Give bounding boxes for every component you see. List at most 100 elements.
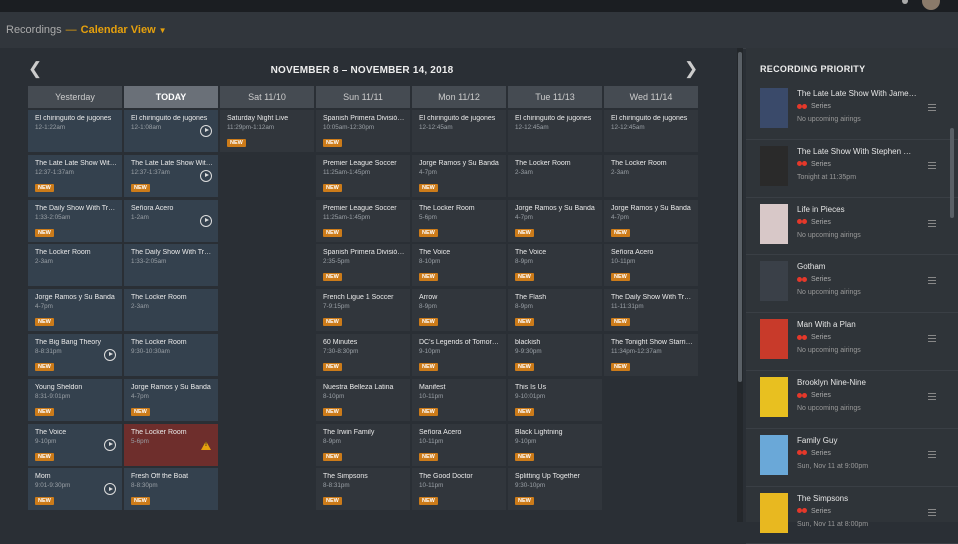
recording-cell[interactable]: Splitting Up Together 9:30-10pm NEW [508, 468, 602, 511]
drag-handle-icon[interactable] [928, 104, 936, 113]
recording-cell[interactable]: Fresh Off the Boat 8-8:30pm NEW [124, 468, 218, 511]
recording-cell[interactable]: Manifest 10-11pm NEW [412, 378, 506, 421]
recording-cell[interactable]: El chiringuito de jugones 12-12:45am [412, 110, 506, 152]
recording-cell[interactable]: The Late Late Show With James Corden12:3… [28, 154, 122, 197]
recording-cell[interactable]: Spanish Primera División Soccer2:35-5pm N… [316, 244, 410, 287]
priority-item[interactable]: Family Guy Series Sun, Nov 11 at 9:00pm [746, 429, 958, 487]
recording-cell[interactable]: The Big Bang Theory 8-8:31pm NEW [28, 333, 122, 376]
recording-cell[interactable]: Premier League Soccer 11:25am-1:45pm NEW [316, 199, 410, 242]
recording-time: 1-2am [131, 213, 149, 221]
drag-handle-icon[interactable] [928, 335, 936, 344]
recording-cell[interactable]: Premier League Soccer 11:25am-1:45pm NEW [316, 154, 410, 197]
recording-cell[interactable]: Señora Acero 10-11pm NEW [604, 244, 698, 287]
drag-handle-icon[interactable] [928, 508, 936, 518]
recording-cell[interactable]: The Locker Room 2-3am [28, 244, 122, 287]
drag-handle-icon[interactable] [928, 392, 936, 402]
priority-item[interactable]: The Late Late Show With James Corden Seri… [746, 82, 958, 140]
show-poster [760, 492, 788, 533]
recording-cell[interactable]: The Locker Room 2-3am [508, 154, 602, 197]
recording-cell[interactable]: The Tonight Show Starring Jimmy Fallon11… [604, 333, 698, 376]
recording-cell[interactable]: The Daily Show With Trevor Noah1:33-2:05… [124, 244, 218, 287]
priority-item[interactable]: Man With a Plan Series No upcoming airings [746, 313, 958, 371]
play-circle-icon[interactable] [104, 483, 116, 496]
recording-cell[interactable]: The Locker Room 2-3am [604, 154, 698, 197]
play-circle-icon[interactable] [200, 169, 212, 182]
priority-item[interactable]: The Late Show With Stephen Colbert Series… [746, 140, 958, 198]
priority-item[interactable]: Gotham Series No upcoming airings [746, 255, 958, 314]
recording-cell[interactable]: The Locker Room 5-6pm [124, 423, 218, 466]
new-badge: NEW [419, 183, 438, 192]
recording-cell[interactable]: Nuestra Belleza Latina 8-10pm NEW [316, 378, 410, 421]
recording-cell[interactable]: Jorge Ramos y Su Banda 4-7pm NEW [124, 378, 218, 421]
recording-cell[interactable]: The Irwin Family 8-9pm NEW [316, 423, 410, 466]
recording-title: The Locker Room [131, 428, 187, 436]
recording-title: Jorge Ramos y Su Banda [419, 159, 499, 167]
calendar-scrollbar[interactable] [737, 48, 743, 522]
recording-time: 12-1:08am [131, 124, 162, 131]
recording-cell[interactable]: The Flash 8-9pm NEW [508, 289, 602, 332]
recording-time: 9-10pm [419, 347, 441, 355]
show-name: The Simpsons [797, 493, 849, 503]
recording-cell[interactable]: Young Sheldon 8:31-9:01pm NEW [28, 378, 122, 421]
recording-cell[interactable]: The Locker Room 9:30-10:30am [124, 333, 218, 376]
breadcrumb-root[interactable]: Recordings [6, 24, 62, 36]
recording-cell[interactable]: El chiringuito de jugones 12-12:45am [508, 110, 602, 152]
priority-item[interactable]: Brooklyn Nine-Nine Series No upcoming airi… [746, 371, 958, 429]
priority-scrollbar[interactable] [950, 128, 954, 218]
play-circle-icon[interactable] [200, 214, 212, 227]
priority-item[interactable]: Life in Pieces Series No upcoming airings [746, 198, 958, 256]
avatar[interactable] [922, 0, 940, 10]
recording-cell[interactable]: French Ligue 1 Soccer 7-9:15pm NEW [316, 289, 410, 332]
play-circle-icon[interactable] [200, 125, 212, 137]
view-selector[interactable]: Calendar View [81, 24, 156, 36]
drag-handle-icon[interactable] [928, 161, 936, 171]
scrollbar-thumb[interactable] [738, 52, 742, 382]
recording-cell[interactable]: 60 Minutes 7:30-8:30pm NEW [316, 333, 410, 376]
new-badge: NEW [419, 273, 438, 282]
recording-cell[interactable]: The Voice 8-9pm NEW [508, 244, 602, 287]
recording-cell[interactable]: Arrow 8-9pm NEW [412, 289, 506, 332]
recording-cell[interactable]: Jorge Ramos y Su Banda 4-7pm NEW [412, 154, 506, 197]
recording-cell[interactable]: Mom 9:01-9:30pm NEW [28, 468, 122, 511]
recording-time: 10-11pm [419, 392, 444, 400]
recording-cell[interactable]: Saturday Night Live 11:29pm-1:12am NEW [220, 110, 314, 152]
priority-item[interactable]: The Simpsons Series Sun, Nov 11 at 8:00pm [746, 487, 958, 544]
drag-handle-icon[interactable] [928, 219, 936, 229]
recording-time: 4-7pm [515, 213, 533, 221]
recording-cell[interactable]: El chiringuito de jugones 12-12:45am [604, 110, 698, 152]
recording-time: 5-6pm [419, 213, 437, 221]
recording-cell[interactable]: Jorge Ramos y Su Banda 4-7pm NEW [508, 199, 602, 242]
recording-cell[interactable]: El chiringuito de jugones 12-1:08am [124, 110, 218, 152]
recording-title: The Voice [515, 249, 547, 257]
recording-time: 11:25am-1:45pm [323, 213, 371, 221]
recording-cell[interactable]: The Voice 8-10pm NEW [412, 244, 506, 287]
day-column: Yesterday El chiringuito de jugones 12-1:2… [28, 86, 122, 513]
recording-cell[interactable]: DC's Legends of Tomorrow 9-10pm NEW [412, 333, 506, 376]
recording-cell[interactable]: Señora Acero 1-2am [124, 199, 218, 242]
recording-title: Arrow [419, 294, 438, 302]
recording-cell[interactable]: The Daily Show With Trevor Noah1:33-2:05… [28, 199, 122, 242]
recording-cell[interactable]: Jorge Ramos y Su Banda 4-7pm NEW [28, 289, 122, 332]
recording-cell[interactable]: The Simpsons 8-8:31pm NEW [316, 468, 410, 511]
recording-cell[interactable]: Señora Acero 10-11pm NEW [412, 423, 506, 466]
recording-cell[interactable]: blackish 9-9:30pm NEW [508, 333, 602, 376]
recording-cell[interactable]: Jorge Ramos y Su Banda 4-7pm NEW [604, 199, 698, 242]
recording-cell[interactable]: The Daily Show With Trevor Noah11-11:31p… [604, 289, 698, 332]
drag-handle-icon[interactable] [928, 277, 936, 286]
drag-handle-icon[interactable] [928, 450, 936, 460]
recording-cell[interactable]: The Locker Room 5-6pm NEW [412, 199, 506, 242]
recording-time: 9-10:01pm [515, 392, 546, 400]
caret-down-icon[interactable]: ▼ [159, 26, 167, 35]
recording-cell[interactable]: Black Lightning 9-10pm NEW [508, 423, 602, 466]
recording-cell[interactable]: The Locker Room 2-3am [124, 289, 218, 332]
play-circle-icon[interactable] [104, 438, 116, 451]
recording-cell[interactable]: The Late Late Show With James Corden12:3… [124, 154, 218, 197]
recording-cell[interactable]: El chiringuito de jugones 12-1:22am [28, 110, 122, 152]
recording-cell[interactable]: Spanish Primera División Soccer 10:05am-1… [316, 110, 410, 152]
recording-cell[interactable]: The Good Doctor 10-11pm NEW [412, 468, 506, 511]
recording-cell[interactable]: The Voice 9-10pm NEW [28, 423, 122, 466]
play-circle-icon[interactable] [104, 348, 116, 361]
chevron-right-icon[interactable]: ❯ [684, 59, 698, 79]
new-badge: NEW [323, 362, 342, 371]
recording-cell[interactable]: This Is Us 9-10:01pm NEW [508, 378, 602, 421]
